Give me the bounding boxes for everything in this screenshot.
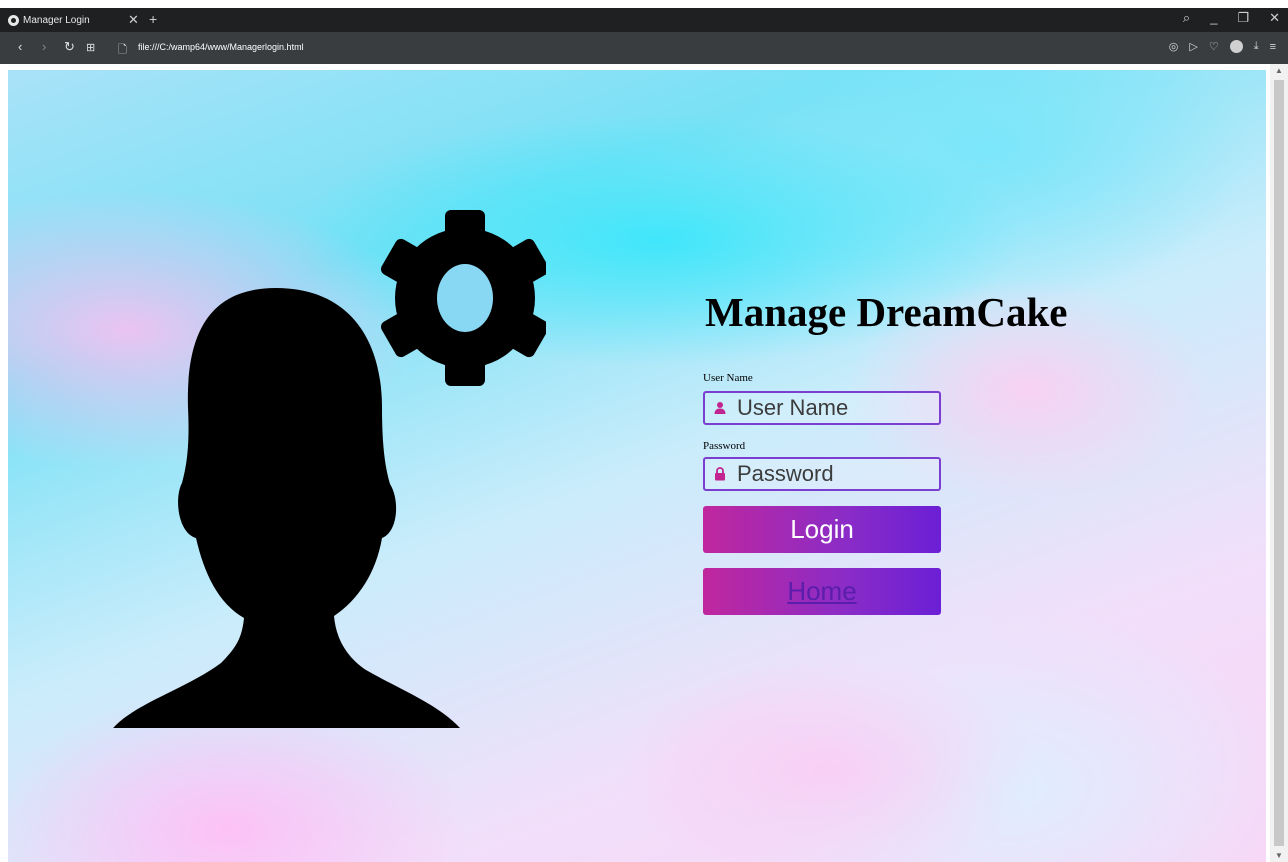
page-info-icon[interactable]: 🗋: [118, 41, 127, 60]
speed-dial-icon[interactable]: ⊞: [86, 41, 95, 54]
tab-close-icon[interactable]: ✕: [128, 12, 139, 28]
menu-icon[interactable]: ≡: [1270, 41, 1276, 53]
restore-icon[interactable]: ❐: [1237, 10, 1249, 26]
user-icon: [714, 402, 726, 414]
login-button[interactable]: Login: [703, 506, 941, 553]
username-input[interactable]: [737, 395, 933, 421]
profile-avatar-icon[interactable]: [1229, 40, 1243, 53]
url-field[interactable]: file:///C:/wamp64/www/Managerlogin.html: [138, 42, 304, 52]
download-icon[interactable]: ⤓: [1254, 40, 1259, 53]
page-title: Manage DreamCake: [705, 289, 1068, 335]
browser-tab-bar: Manager Login ✕ + ⌕ _ ❐ ✕: [0, 8, 1288, 32]
toolbar-right-icons: ◎ ▷ ♡ ⤓ ≡: [1169, 40, 1276, 53]
forward-icon[interactable]: ›: [42, 39, 46, 54]
password-field[interactable]: [703, 457, 941, 491]
play-icon[interactable]: ▷: [1189, 40, 1197, 53]
page-viewport: Manage DreamCake User Name Password Logi…: [8, 70, 1266, 862]
address-bar: ‹ › ↻ ⊞ 🗋 file:///C:/wamp64/www/Managerl…: [0, 32, 1288, 64]
reload-icon[interactable]: ↻: [64, 39, 75, 55]
new-tab-icon[interactable]: +: [149, 11, 157, 27]
tab-favicon-icon: [8, 14, 19, 26]
heart-icon[interactable]: ♡: [1209, 40, 1219, 53]
browser-tab[interactable]: Manager Login ✕: [8, 8, 140, 32]
username-field[interactable]: [703, 391, 941, 425]
search-icon[interactable]: ⌕: [1183, 10, 1190, 26]
scroll-up-icon[interactable]: ▲: [1275, 66, 1283, 75]
vertical-scrollbar[interactable]: ▲ ▼: [1270, 64, 1288, 862]
person-silhouette: [113, 288, 460, 728]
back-icon[interactable]: ‹: [18, 39, 22, 54]
tab-title: Manager Login: [23, 14, 90, 26]
username-label: User Name: [703, 372, 753, 384]
password-input[interactable]: [737, 461, 933, 487]
lock-icon: [715, 467, 725, 481]
gear-icon: [380, 210, 546, 386]
home-link[interactable]: Home: [787, 576, 856, 607]
close-window-icon[interactable]: ✕: [1269, 10, 1280, 26]
snapshot-icon[interactable]: ◎: [1169, 40, 1179, 53]
minimize-icon[interactable]: _: [1210, 10, 1217, 26]
password-label: Password: [703, 440, 746, 452]
window-controls: ⌕ _ ❐ ✕: [1183, 10, 1280, 26]
home-button[interactable]: Home: [703, 568, 941, 615]
scroll-down-icon[interactable]: ▼: [1275, 851, 1283, 860]
scroll-thumb[interactable]: [1274, 80, 1284, 846]
person-with-gear-icon: [113, 210, 546, 728]
